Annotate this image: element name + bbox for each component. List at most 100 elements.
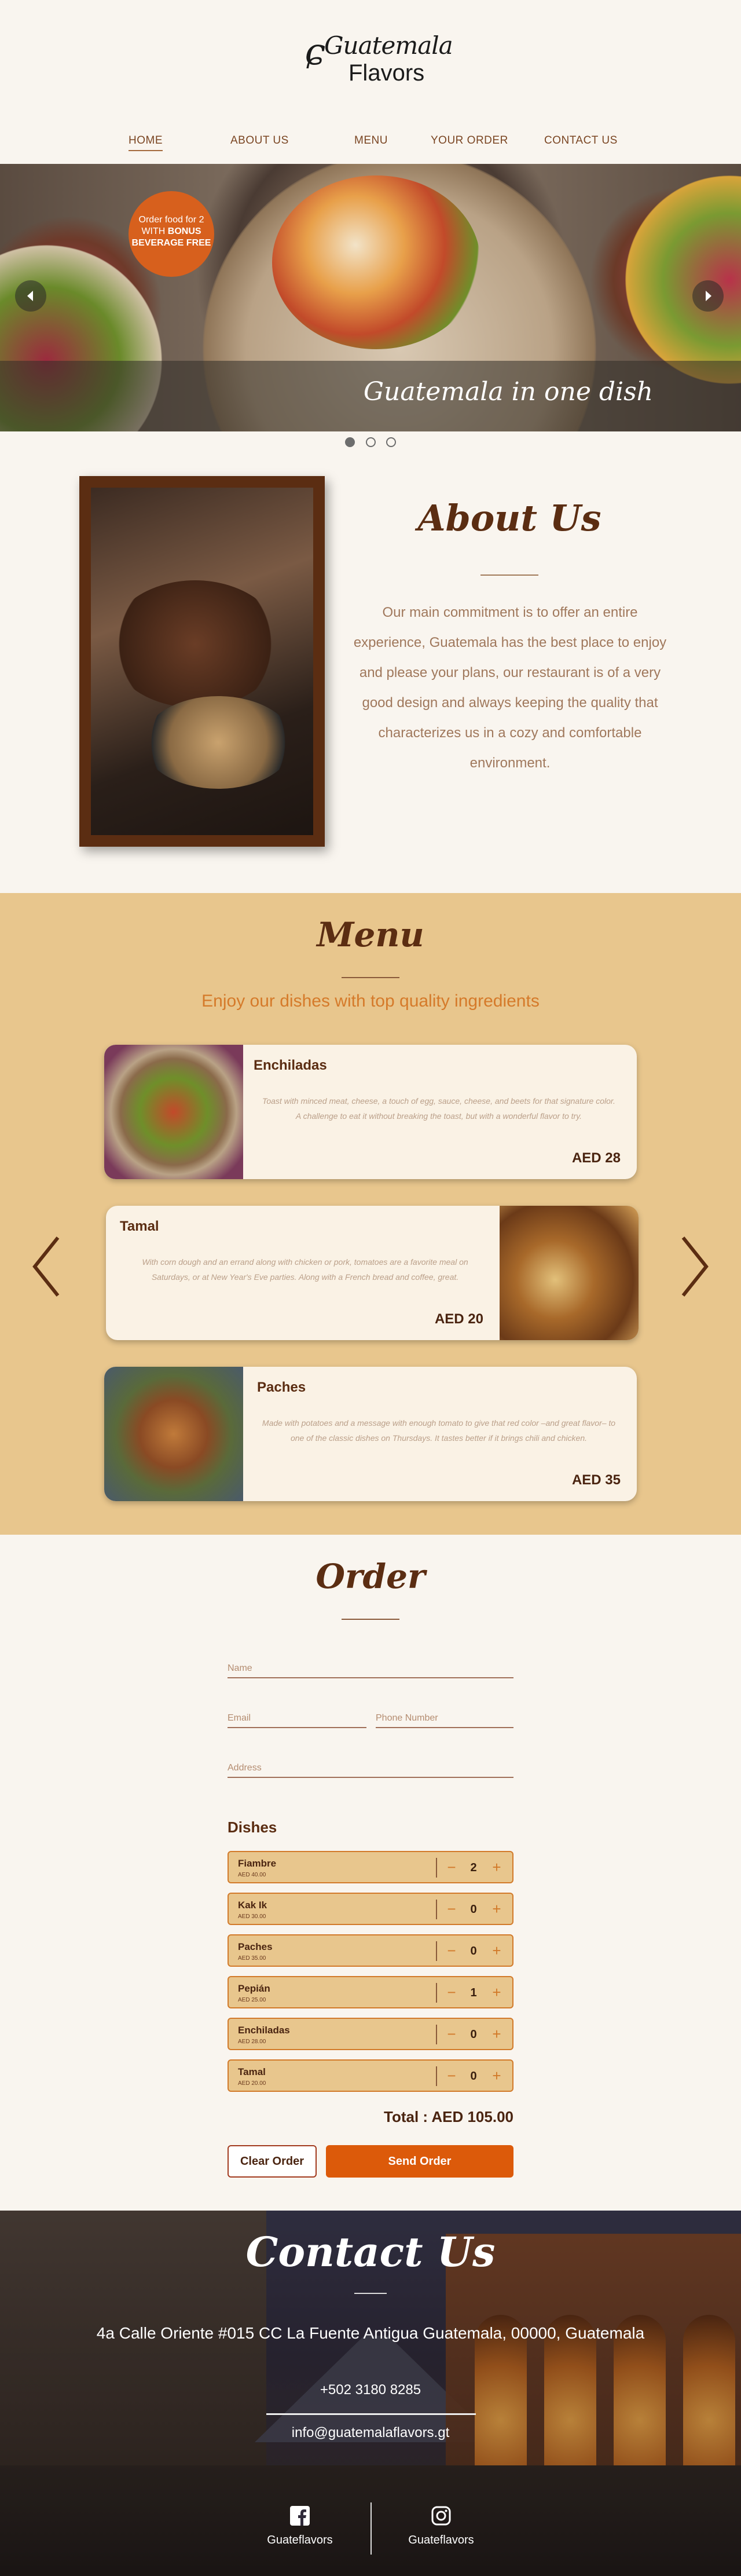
total-value: AED 105.00: [431, 2108, 513, 2125]
clear-order-button[interactable]: Clear Order: [228, 2145, 317, 2178]
carousel-dot-2[interactable]: [365, 437, 376, 447]
dish-price: AED 28: [571, 1150, 621, 1166]
brand-logo[interactable]: ɕ Guatemala Flavors: [301, 28, 453, 92]
quantity-value: 0: [470, 1903, 477, 1916]
instagram-link[interactable]: Guateflavors: [377, 2506, 505, 2547]
name-field: [228, 1661, 513, 1678]
menu-section: Menu Enjoy our dishes with top quality i…: [0, 893, 741, 1535]
hero-caption: Guatemala in one dish: [363, 377, 653, 407]
phone-input[interactable]: [376, 1713, 513, 1724]
order-item-name: Kak Ik: [238, 1900, 267, 1911]
dish-description: With corn dough and an errand along with…: [142, 1257, 468, 1282]
order-item-name: Pepián: [238, 1983, 270, 1994]
nav-your-order[interactable]: YOUR ORDER: [431, 134, 508, 147]
carousel-next-button[interactable]: [692, 280, 724, 312]
facebook-icon: [290, 2506, 310, 2526]
nav-menu[interactable]: MENU: [354, 134, 388, 147]
decrement-button[interactable]: −: [443, 2066, 460, 2086]
quantity-value: 0: [470, 2028, 477, 2041]
decrement-button[interactable]: −: [443, 1900, 460, 1919]
order-item-name: Paches: [238, 1941, 273, 1952]
contact-phone[interactable]: +502 3180 8285: [0, 2382, 741, 2398]
increment-button[interactable]: +: [488, 1858, 505, 1878]
increment-button[interactable]: +: [488, 1941, 505, 1961]
order-item-enchiladas: Enchiladas AED 28.00 − 0 +: [228, 2018, 513, 2050]
dish-name: Tamal: [120, 1219, 159, 1234]
facebook-link[interactable]: Guateflavors: [236, 2506, 364, 2547]
main-nav: HOME ABOUT US MENU YOUR ORDER CONTACT US: [0, 132, 741, 153]
dish-card-enchiladas[interactable]: Enchiladas Toast with minced meat, chees…: [104, 1045, 637, 1179]
order-item-name: Enchiladas: [238, 2025, 290, 2036]
decrement-button[interactable]: −: [443, 1983, 460, 2003]
dish-price: AED 35: [571, 1472, 621, 1488]
order-item-kak-ik: Kak Ik AED 30.00 − 0 +: [228, 1893, 513, 1925]
menu-title: Menu: [317, 915, 424, 954]
carousel-dot-1[interactable]: [345, 437, 355, 447]
contact-email[interactable]: info@guatemalaflavors.gt: [0, 2425, 741, 2441]
about-title: About Us: [417, 497, 601, 539]
dish-card-paches[interactable]: Paches Made with potatoes and a message …: [104, 1367, 637, 1501]
increment-button[interactable]: +: [488, 1983, 505, 2003]
dish-image-enchiladas: [104, 1045, 243, 1179]
promo-bonus: BONUS: [167, 226, 201, 236]
about-photo: [91, 488, 313, 835]
dish-image-paches: [104, 1367, 243, 1501]
about-photo-frame: [79, 476, 325, 847]
dish-card-tamal[interactable]: Tamal With corn dough and an errand alon…: [106, 1206, 639, 1340]
quantity-value: 1: [470, 1986, 477, 1999]
logo-flavors-text: Flavors: [349, 60, 425, 86]
menu-subtitle: Enjoy our dishes with top quality ingred…: [201, 991, 540, 1011]
order-item-price: AED 25.00: [238, 1997, 266, 2003]
increment-button[interactable]: +: [488, 2025, 505, 2044]
menu-prev-button[interactable]: [29, 1235, 64, 1298]
chevron-right-icon: [681, 1236, 709, 1297]
promo-line-2: WITH BONUS: [129, 226, 214, 237]
name-input[interactable]: [228, 1663, 513, 1674]
dish-name: Paches: [257, 1380, 306, 1395]
quantity-value: 0: [470, 2070, 477, 2083]
promo-with: WITH: [141, 226, 166, 236]
about-photo-dish: [143, 696, 294, 789]
nav-about-us[interactable]: ABOUT US: [230, 134, 289, 147]
order-item-price: AED 40.00: [238, 1872, 266, 1878]
address-input[interactable]: [228, 1763, 513, 1773]
carousel-dots: [0, 437, 741, 449]
nav-home[interactable]: HOME: [129, 134, 163, 151]
hero-food: [272, 175, 480, 349]
decrement-button[interactable]: −: [443, 2025, 460, 2044]
contact-title: Contact Us: [245, 2228, 496, 2276]
carousel-dot-3[interactable]: [386, 437, 396, 447]
dish-price: AED 20: [434, 1311, 483, 1327]
decrement-button[interactable]: −: [443, 1858, 460, 1878]
menu-divider: [342, 977, 399, 978]
about-section: About Us Our main commitment is to offer…: [0, 463, 741, 893]
site-header: ɕ Guatemala Flavors HOME ABOUT US MENU Y…: [0, 0, 741, 164]
order-item-paches: Paches AED 35.00 − 0 +: [228, 1934, 513, 1967]
facebook-label: Guateflavors: [267, 2534, 333, 2546]
dish-description: Made with potatoes and a message with en…: [262, 1418, 616, 1443]
decrement-button[interactable]: −: [443, 1941, 460, 1961]
instagram-icon: [431, 2506, 451, 2526]
instagram-label: Guateflavors: [408, 2534, 474, 2546]
email-field: [228, 1711, 366, 1728]
order-item-price: AED 20.00: [238, 2080, 266, 2087]
menu-next-button[interactable]: [677, 1235, 712, 1298]
promo-badge: Order food for 2 WITH BONUS BEVERAGE FRE…: [129, 191, 214, 277]
contact-address: 4a Calle Oriente #015 CC La Fuente Antig…: [96, 2324, 645, 2342]
dish-image-tamal: [500, 1206, 639, 1340]
contact-section: Contact Us 4a Calle Oriente #015 CC La F…: [0, 2211, 741, 2576]
increment-button[interactable]: +: [488, 1900, 505, 1919]
order-total: Total : AED 105.00: [384, 2108, 513, 2126]
quantity-value: 0: [470, 1945, 477, 1957]
nav-contact-us[interactable]: CONTACT US: [544, 134, 618, 147]
order-section: Order Dishes Fiambre AED 40.00 − 2 + Kak…: [0, 1535, 741, 2211]
logo-swirl-icon: ɕ: [305, 31, 325, 74]
social-divider: [370, 2502, 372, 2555]
promo-line-1: Order food for 2: [138, 215, 204, 225]
email-input[interactable]: [228, 1713, 366, 1724]
increment-button[interactable]: +: [488, 2066, 505, 2086]
contact-separator: [266, 2413, 476, 2415]
send-order-button[interactable]: Send Order: [326, 2145, 513, 2178]
promo-beverage: BEVERAGE FREE: [131, 238, 211, 248]
carousel-prev-button[interactable]: [15, 280, 46, 312]
